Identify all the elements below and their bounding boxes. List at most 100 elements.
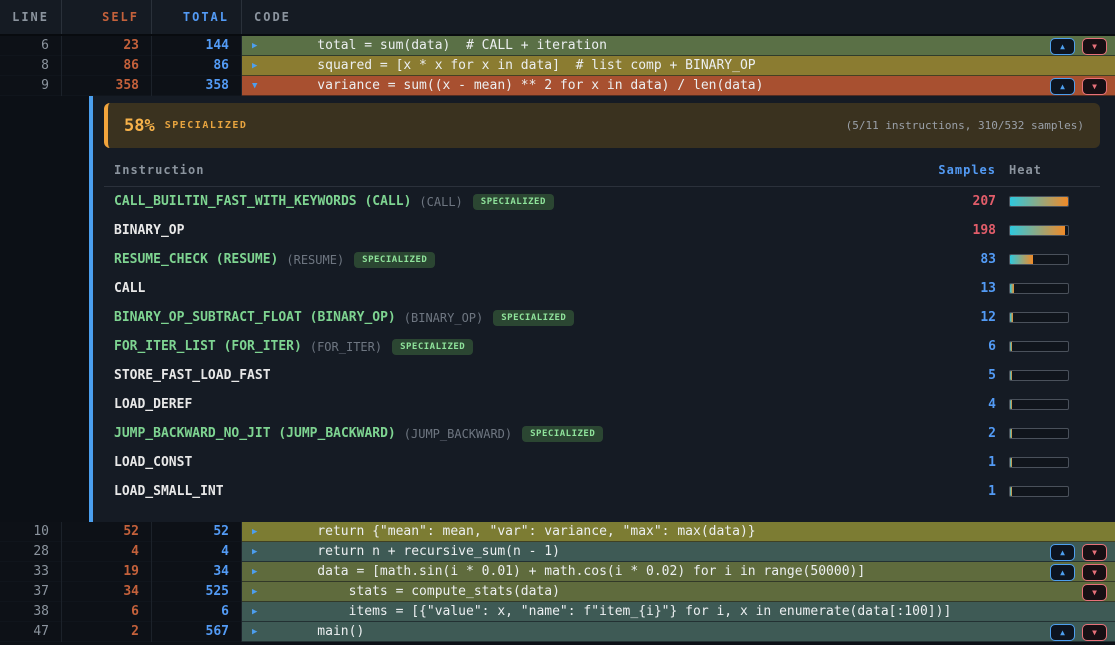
instruction-name: BINARY_OP [114, 223, 184, 238]
expanded-panel-accent-bar [0, 96, 93, 522]
heat-bar [1009, 341, 1069, 352]
code-cell[interactable]: ▶ total = sum(data) # CALL + iteration ▲… [242, 36, 1115, 56]
sample-count: 13 [926, 281, 996, 296]
heat-bar [1009, 225, 1069, 236]
expand-toggle-icon[interactable]: ▶ [252, 542, 264, 562]
total-samples: 525 [152, 582, 242, 602]
code-line-row[interactable]: 38 6 6 ▶ items = [{"value": x, "name": f… [0, 602, 1115, 622]
sample-count: 1 [926, 484, 996, 499]
code-line-row[interactable]: 37 34 525 ▶ stats = compute_stats(data) … [0, 582, 1115, 602]
expand-toggle-icon[interactable]: ▶ [252, 622, 264, 642]
instruction-row: LOAD_CONST 1 [104, 448, 1100, 477]
self-samples: 4 [62, 542, 152, 562]
heat-bar-fill [1010, 255, 1033, 264]
instruction-name: STORE_FAST_LOAD_FAST [114, 368, 271, 383]
instruction-row: JUMP_BACKWARD_NO_JIT (JUMP_BACKWARD) (JU… [104, 419, 1100, 448]
heat-bar-fill [1010, 226, 1065, 235]
code-text: stats = compute_stats(data) [286, 582, 560, 602]
specialized-percent: 58% [124, 116, 155, 136]
code-line-row[interactable]: 8 86 86 ▶ squared = [x * x for x in data… [0, 56, 1115, 76]
expand-toggle-icon[interactable]: ▶ [252, 562, 264, 582]
hotter-line-button[interactable]: ▲ [1050, 544, 1075, 561]
sample-count: 2 [926, 426, 996, 441]
code-line-row[interactable]: 10 52 52 ▶ return {"mean": mean, "var": … [0, 522, 1115, 542]
specialized-badge: SPECIALIZED [392, 339, 473, 355]
self-samples: 6 [62, 602, 152, 622]
code-line-row[interactable]: 28 4 4 ▶ return n + recursive_sum(n - 1)… [0, 542, 1115, 562]
colder-line-button[interactable]: ▼ [1082, 38, 1107, 55]
instruction-row: BINARY_OP 198 [104, 216, 1100, 245]
expand-toggle-icon[interactable]: ▼ [252, 76, 264, 96]
code-text: return {"mean": mean, "var": variance, "… [286, 522, 756, 542]
code-cell[interactable]: ▼ variance = sum((x - mean) ** 2 for x i… [242, 76, 1115, 96]
base-opcode-hint: (BINARY_OP) [404, 311, 483, 325]
expand-toggle-icon[interactable]: ▶ [252, 522, 264, 542]
column-header-samples: Samples [926, 163, 996, 177]
expand-toggle-icon[interactable]: ▶ [252, 602, 264, 622]
line-nav-buttons: ▲ ▼ [1050, 58, 1115, 75]
self-samples: 358 [62, 76, 152, 96]
heat-bar-fill [1010, 487, 1012, 496]
colder-line-button[interactable]: ▼ [1082, 584, 1107, 601]
instruction-name: CALL_BUILTIN_FAST_WITH_KEYWORDS (CALL) [114, 194, 411, 209]
hotter-line-button[interactable]: ▲ [1050, 624, 1075, 641]
heat-bar-fill [1010, 197, 1068, 206]
colder-line-button[interactable]: ▼ [1082, 564, 1107, 581]
instruction-table-header: Instruction Samples Heat [104, 154, 1100, 187]
instruction-name: RESUME_CHECK (RESUME) [114, 252, 278, 267]
sample-count: 1 [926, 455, 996, 470]
table-header: LINE SELF TOTAL CODE [0, 0, 1115, 36]
total-samples: 358 [152, 76, 242, 96]
expand-toggle-icon[interactable]: ▶ [252, 56, 264, 76]
code-line-row[interactable]: 9 358 358 ▼ variance = sum((x - mean) **… [0, 76, 1115, 96]
colder-line-button[interactable]: ▼ [1082, 544, 1107, 561]
expand-toggle-icon[interactable]: ▶ [252, 582, 264, 602]
heat-bar [1009, 254, 1069, 265]
total-samples: 6 [152, 602, 242, 622]
line-number: 33 [0, 562, 62, 582]
heat-bar-fill [1010, 284, 1014, 293]
expanded-panel-body: 58% SPECIALIZED (5/11 instructions, 310/… [93, 96, 1115, 522]
code-rows-bottom: 10 52 52 ▶ return {"mean": mean, "var": … [0, 522, 1115, 642]
hotter-line-button[interactable]: ▲ [1050, 78, 1075, 95]
hotter-line-button[interactable]: ▲ [1050, 564, 1075, 581]
heat-bar-fill [1010, 429, 1012, 438]
specialized-badge: SPECIALIZED [493, 310, 574, 326]
code-cell[interactable]: ▶ return {"mean": mean, "var": variance,… [242, 522, 1115, 542]
expand-toggle-icon[interactable]: ▶ [252, 36, 264, 56]
colder-line-button[interactable]: ▼ [1082, 624, 1107, 641]
code-line-row[interactable]: 47 2 567 ▶ main() ▲ ▼ [0, 622, 1115, 642]
code-text: return n + recursive_sum(n - 1) [286, 542, 560, 562]
heat-bar-fill [1010, 342, 1012, 351]
code-cell[interactable]: ▶ stats = compute_stats(data) ▲ ▼ [242, 582, 1115, 602]
code-cell[interactable]: ▶ data = [math.sin(i * 0.01) + math.cos(… [242, 562, 1115, 582]
code-cell[interactable]: ▶ return n + recursive_sum(n - 1) ▲ ▼ [242, 542, 1115, 562]
code-line-row[interactable]: 6 23 144 ▶ total = sum(data) # CALL + it… [0, 36, 1115, 56]
code-cell[interactable]: ▶ squared = [x * x for x in data] # list… [242, 56, 1115, 76]
column-header-code: CODE [242, 0, 1115, 34]
sample-count: 4 [926, 397, 996, 412]
specialized-badge: SPECIALIZED [473, 194, 554, 210]
instruction-row: STORE_FAST_LOAD_FAST 5 [104, 361, 1100, 390]
line-nav-buttons: ▲ ▼ [1050, 564, 1115, 581]
code-text: total = sum(data) # CALL + iteration [286, 36, 607, 56]
instruction-row: LOAD_DEREF 4 [104, 390, 1100, 419]
line-nav-buttons: ▲ ▼ [1050, 78, 1115, 95]
instruction-row: CALL_BUILTIN_FAST_WITH_KEYWORDS (CALL) (… [104, 187, 1100, 216]
code-cell[interactable]: ▶ main() ▲ ▼ [242, 622, 1115, 642]
code-line-row[interactable]: 33 19 34 ▶ data = [math.sin(i * 0.01) + … [0, 562, 1115, 582]
code-cell[interactable]: ▶ items = [{"value": x, "name": f"item_{… [242, 602, 1115, 622]
total-samples: 4 [152, 542, 242, 562]
code-text: main() [286, 622, 364, 642]
hotter-line-button[interactable]: ▲ [1050, 38, 1075, 55]
self-samples: 23 [62, 36, 152, 56]
column-header-self: SELF [62, 0, 152, 34]
column-header-line: LINE [0, 0, 62, 34]
base-opcode-hint: (JUMP_BACKWARD) [404, 427, 512, 441]
specialized-label: SPECIALIZED [165, 120, 248, 131]
base-opcode-hint: (CALL) [419, 195, 462, 209]
colder-line-button[interactable]: ▼ [1082, 78, 1107, 95]
code-text: items = [{"value": x, "name": f"item_{i}… [286, 602, 951, 622]
code-text: variance = sum((x - mean) ** 2 for x in … [286, 76, 763, 96]
instruction-name: LOAD_CONST [114, 455, 192, 470]
